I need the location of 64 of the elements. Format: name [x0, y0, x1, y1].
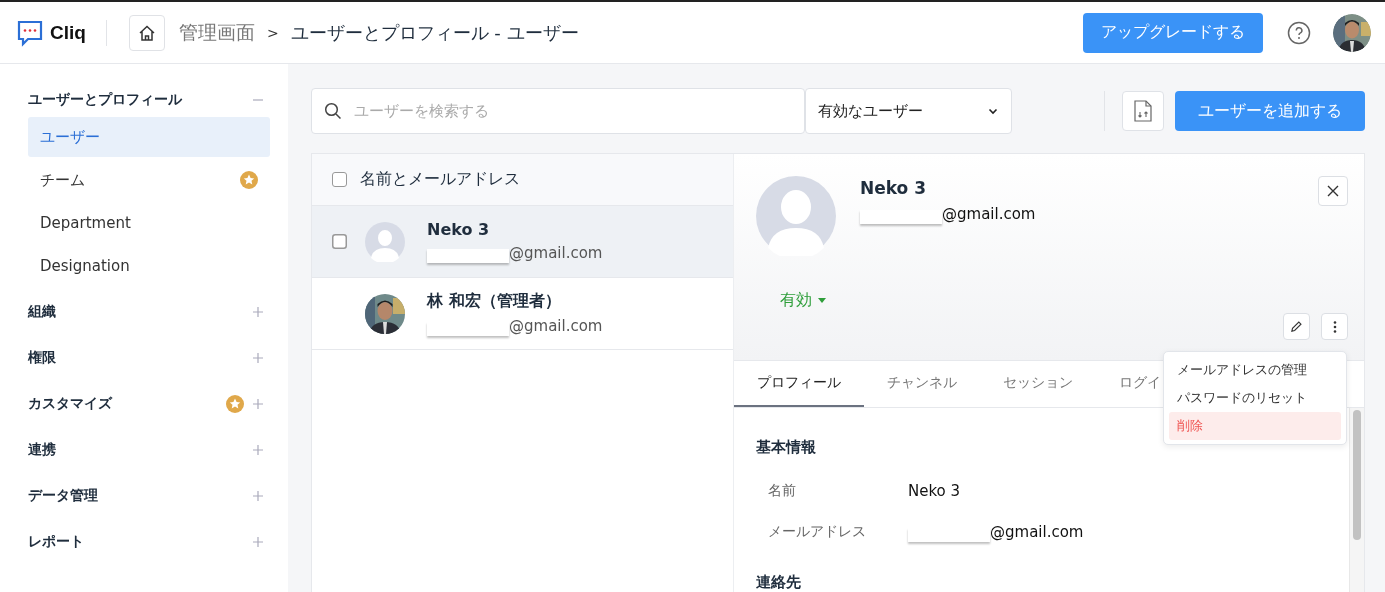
expand-icon[interactable]: [252, 490, 264, 502]
user-email: @gmail.com: [509, 317, 603, 335]
sidebar-section[interactable]: 組織: [28, 303, 244, 321]
breadcrumb-link[interactable]: 管理画面: [178, 19, 255, 46]
user-email: @gmail.com: [942, 205, 1036, 223]
tab[interactable]: チャンネル: [864, 361, 980, 407]
field-value: @gmail.com: [990, 522, 1084, 541]
caret-icon: [818, 297, 826, 304]
scrollbar[interactable]: [1349, 408, 1364, 592]
user-name: Neko 3: [427, 220, 491, 239]
expand-icon[interactable]: [252, 306, 264, 318]
pencil-icon: [1290, 320, 1303, 333]
sidebar-item[interactable]: ユーザー: [28, 117, 270, 157]
sidebar-section[interactable]: ユーザーとプロフィール: [28, 91, 244, 109]
avatar-icon: [365, 221, 405, 262]
menu-item[interactable]: パスワードのリセット: [1169, 384, 1341, 412]
search-input[interactable]: ユーザーを検索する: [352, 101, 792, 121]
field-label: メールアドレス: [767, 522, 867, 541]
expand-icon[interactable]: [252, 352, 264, 364]
menu-item[interactable]: メールアドレスの管理: [1169, 356, 1341, 384]
checkbox[interactable]: [332, 234, 347, 249]
star-badge-icon: [240, 171, 258, 189]
sidebar-section[interactable]: カスタマイズ: [28, 395, 218, 413]
section-heading: 連絡先: [756, 573, 802, 592]
sidebar-section[interactable]: レポート: [28, 533, 244, 551]
sidebar-item[interactable]: チーム: [28, 160, 270, 200]
search-icon: [324, 102, 342, 120]
app-name: Cliq: [50, 21, 86, 44]
user-row[interactable]: Neko 3 @gmail.com: [312, 206, 733, 278]
sidebar-section[interactable]: データ管理: [28, 487, 244, 505]
user-name: 林 和宏（管理者）: [427, 291, 562, 312]
file-icon: [1133, 99, 1153, 123]
column-header: 名前とメールアドレス: [360, 169, 520, 190]
more-button[interactable]: [1321, 313, 1348, 340]
user-email: @gmail.com: [509, 244, 603, 262]
user-name: Neko 3: [860, 178, 928, 198]
field-label: 名前: [767, 481, 797, 500]
field-value: Neko 3: [908, 481, 961, 500]
breadcrumb-separator: >: [266, 24, 279, 41]
close-button[interactable]: [1318, 176, 1348, 206]
expand-icon[interactable]: [252, 536, 264, 548]
more-icon: [1332, 319, 1337, 334]
star-badge-icon: [226, 395, 244, 413]
sidebar-section[interactable]: 連携: [28, 441, 244, 459]
expand-icon[interactable]: [252, 444, 264, 456]
sidebar-item[interactable]: Department: [28, 203, 270, 243]
home-button[interactable]: [128, 14, 165, 51]
tab[interactable]: セッション: [980, 361, 1096, 407]
tab[interactable]: プロフィール: [734, 361, 864, 407]
chat-logo-icon: [16, 18, 44, 47]
section-heading: 基本情報: [756, 438, 817, 457]
search-field[interactable]: ユーザーを検索する: [311, 88, 805, 134]
avatar-icon: [756, 176, 836, 256]
sidebar-item[interactable]: Designation: [28, 246, 270, 286]
edit-button[interactable]: [1283, 313, 1310, 340]
help-icon[interactable]: [1287, 20, 1311, 45]
close-icon: [1326, 184, 1340, 198]
export-button[interactable]: [1122, 91, 1164, 131]
checkbox[interactable]: [332, 172, 347, 187]
sidebar-section[interactable]: 権限: [28, 349, 244, 367]
user-row[interactable]: 林 和宏（管理者） @gmail.com: [312, 278, 733, 350]
page-title: ユーザーとプロフィール - ユーザー: [290, 20, 579, 45]
expand-icon[interactable]: [252, 398, 264, 410]
filter-dropdown[interactable]: 有効なユーザー: [805, 88, 1012, 134]
